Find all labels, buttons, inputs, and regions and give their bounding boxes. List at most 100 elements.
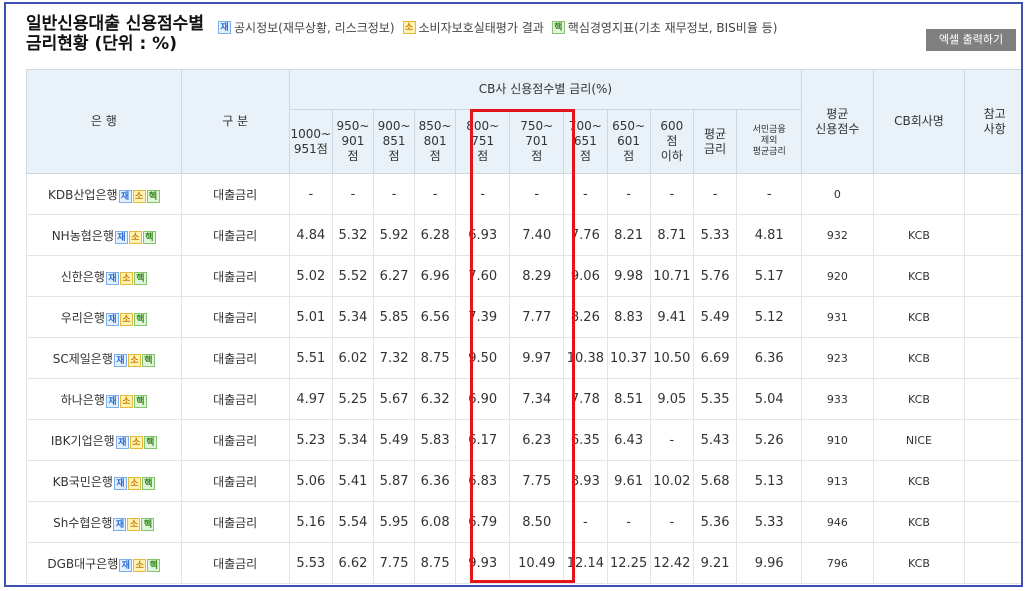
- header-note: 참고 사항: [964, 69, 1021, 174]
- disclosure-badge-icon[interactable]: 재: [115, 435, 129, 449]
- consumer-badge-icon[interactable]: 소: [127, 353, 141, 367]
- consumer-badge-icon[interactable]: 소: [129, 435, 143, 449]
- gubun-cell: 대출금리: [180, 460, 290, 502]
- rate-cell: 6.32: [414, 378, 457, 420]
- disclosure-badge-icon[interactable]: 재: [114, 230, 128, 244]
- rate-cell: 5.33: [692, 214, 738, 256]
- gubun-cell: 대출금리: [180, 419, 290, 461]
- header-band: 1000~ 951점: [288, 109, 333, 174]
- header-avg-score: 평균 신용점수: [801, 69, 874, 174]
- rate-cell: 8.21: [606, 214, 651, 256]
- disclosure-badge-icon[interactable]: 재: [105, 394, 119, 408]
- note-cell: [964, 419, 1021, 461]
- note-cell: [964, 337, 1021, 379]
- note-cell: [964, 214, 1021, 256]
- rate-cell: 5.76: [692, 255, 738, 297]
- core-badge-icon[interactable]: 핵: [141, 476, 155, 490]
- bank-cell: IBK기업은행 재 소 핵: [26, 419, 182, 461]
- avg-score-cell: 913: [801, 460, 874, 502]
- bank-name[interactable]: 신한은행: [61, 270, 105, 284]
- rate-cell: 8.29: [509, 255, 565, 297]
- rate-cell: 5.41: [331, 460, 375, 502]
- core-badge-icon[interactable]: 핵: [133, 271, 147, 285]
- consumer-badge-icon[interactable]: 소: [127, 476, 141, 490]
- core-badge-icon[interactable]: 핵: [142, 230, 156, 244]
- consumer-badge-icon[interactable]: 소: [119, 394, 133, 408]
- legend-item-disclosure[interactable]: 재 공시정보(재무상황, 리스크정보): [218, 19, 395, 36]
- bank-name[interactable]: Sh수협은행: [53, 516, 112, 530]
- rate-cell: -: [736, 173, 803, 215]
- rate-cell: 8.26: [563, 296, 608, 338]
- avg-score-cell: 933: [801, 378, 874, 420]
- bank-cell: KDB산업은행 재 소 핵: [26, 173, 182, 215]
- gubun-cell: 대출금리: [180, 255, 290, 297]
- consumer-badge-icon[interactable]: 소: [119, 271, 133, 285]
- bank-name[interactable]: KDB산업은행: [48, 188, 118, 202]
- rate-cell: 4.81: [736, 214, 803, 256]
- header-band: 서민금융 제외 평균금리: [736, 109, 803, 174]
- consumer-badge-icon[interactable]: 소: [128, 230, 142, 244]
- legend: 재 공시정보(재무상황, 리스크정보) 소 소비자보호실태평가 결과 핵 핵심경…: [218, 19, 777, 36]
- rate-cell: -: [414, 173, 457, 215]
- rate-cell: 5.01: [288, 296, 333, 338]
- rate-cell: 6.08: [414, 501, 457, 543]
- core-badge-icon[interactable]: 핵: [147, 558, 161, 572]
- rate-cell: 12.14: [563, 542, 608, 584]
- disclosure-badge-icon[interactable]: 재: [113, 476, 127, 490]
- core-badge-icon[interactable]: 핵: [133, 312, 147, 326]
- core-badge-icon[interactable]: 핵: [143, 435, 157, 449]
- disclosure-badge-icon[interactable]: 재: [119, 558, 133, 572]
- rate-cell: 5.32: [331, 214, 375, 256]
- consumer-badge-icon[interactable]: 소: [127, 517, 141, 531]
- rate-cell: 5.34: [331, 419, 375, 461]
- rate-cell: 6.02: [331, 337, 375, 379]
- rate-cell: 5.85: [373, 296, 416, 338]
- disclosure-badge-icon[interactable]: 재: [105, 312, 119, 326]
- disclosure-badge-icon[interactable]: 재: [105, 271, 119, 285]
- rate-cell: 9.61: [606, 460, 651, 502]
- disclosure-badge-icon[interactable]: 재: [113, 517, 127, 531]
- bank-name[interactable]: 하나은행: [61, 393, 105, 407]
- rate-cell: 5.06: [288, 460, 333, 502]
- disclosure-badge-icon[interactable]: 재: [113, 353, 127, 367]
- cb-company-cell: KCB: [872, 214, 966, 256]
- bank-name[interactable]: NH농협은행: [52, 229, 114, 243]
- avg-score-cell: 920: [801, 255, 874, 297]
- legend-item-consumer[interactable]: 소 소비자보호실태평가 결과: [402, 19, 544, 36]
- cb-company-cell: KCB: [872, 337, 966, 379]
- cb-company-cell: KCB: [872, 460, 966, 502]
- gubun-cell: 대출금리: [180, 378, 290, 420]
- core-badge-icon[interactable]: 핵: [146, 189, 160, 203]
- consumer-badge-icon[interactable]: 소: [132, 189, 146, 203]
- legend-item-core[interactable]: 핵 핵심경영지표(기초 재무정보, BIS비율 등): [551, 19, 777, 36]
- rate-cell: 7.34: [509, 378, 565, 420]
- header-band: 900~ 851 점: [373, 109, 416, 174]
- rate-cell: 5.83: [414, 419, 457, 461]
- rate-cell: 4.97: [288, 378, 333, 420]
- bank-name[interactable]: IBK기업은행: [51, 434, 115, 448]
- bank-name[interactable]: KB국민은행: [53, 475, 113, 489]
- consumer-badge-icon[interactable]: 소: [133, 558, 147, 572]
- bank-name[interactable]: DGB대구은행: [47, 557, 118, 571]
- excel-export-button[interactable]: 엑셀 출력하기: [926, 29, 1016, 51]
- bank-name[interactable]: SC제일은행: [53, 352, 113, 366]
- disclosure-badge-icon[interactable]: 재: [118, 189, 132, 203]
- header-band: 850~ 801 점: [414, 109, 457, 174]
- rate-cell: 5.51: [288, 337, 333, 379]
- rate-cell: 7.40: [509, 214, 565, 256]
- core-badge-icon[interactable]: 핵: [133, 394, 147, 408]
- consumer-badge-icon[interactable]: 소: [119, 312, 133, 326]
- core-badge-icon[interactable]: 핵: [141, 517, 155, 531]
- bank-cell: 신한은행 재 소 핵: [26, 255, 182, 297]
- table-row: NH농협은행 재 소 핵 대출금리 4.84 5.32 5.92 6.28 6.93 7.40 7.7…: [26, 214, 1021, 256]
- header-cb-company: CB회사명: [872, 69, 966, 174]
- bank-name[interactable]: 우리은행: [61, 311, 105, 325]
- rate-cell: 5.95: [373, 501, 416, 543]
- rate-cell: 10.02: [649, 460, 694, 502]
- table-row: 우리은행 재 소 핵 대출금리 5.01 5.34 5.85 6.56 7.39 7.77 8.26 8…: [26, 296, 1021, 338]
- rate-cell: -: [563, 501, 608, 543]
- avg-score-cell: 796: [801, 542, 874, 584]
- bank-cell: 하나은행 재 소 핵: [26, 378, 182, 420]
- header-band: 800~ 751 점: [455, 109, 511, 174]
- core-badge-icon[interactable]: 핵: [141, 353, 155, 367]
